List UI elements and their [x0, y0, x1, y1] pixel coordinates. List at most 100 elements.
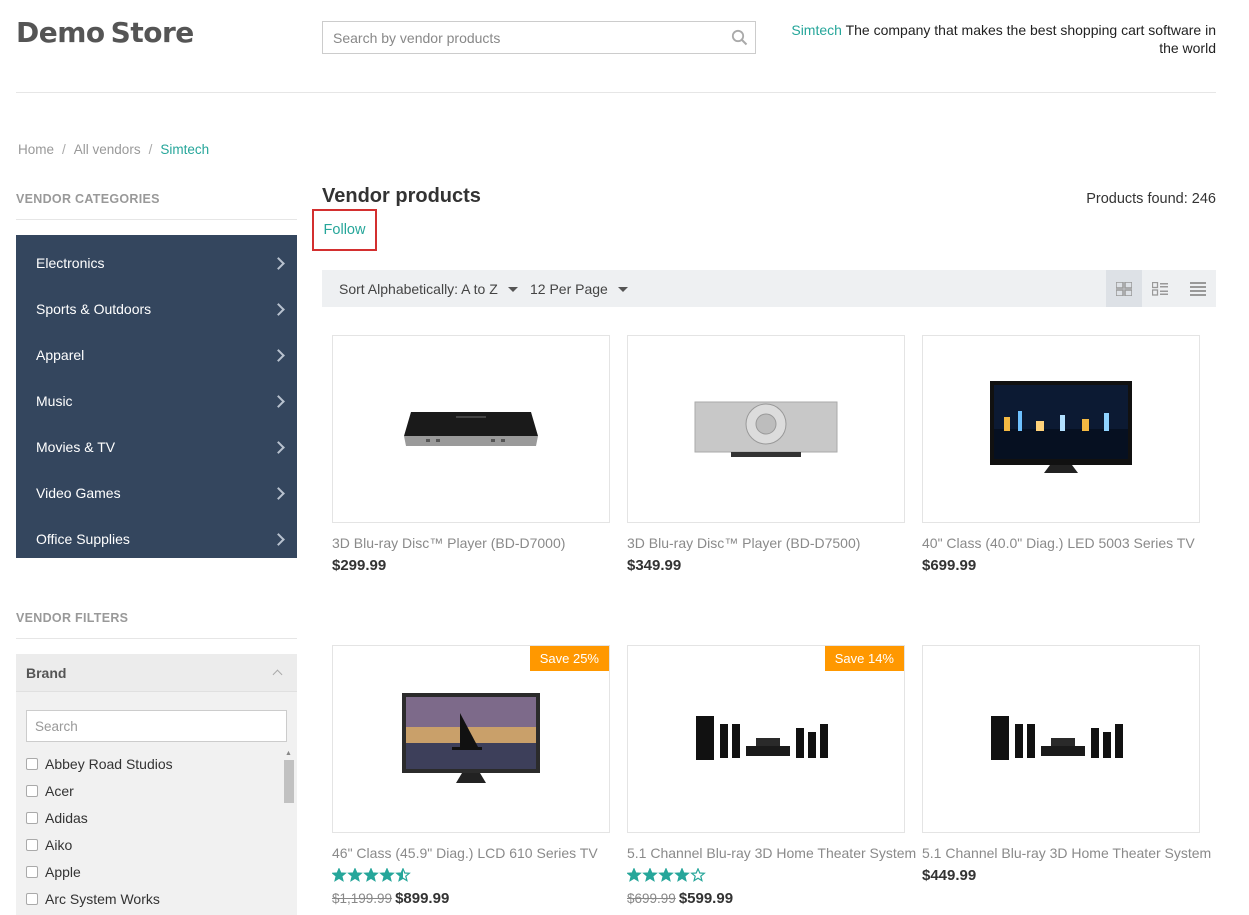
vendor-search-box	[322, 21, 756, 54]
brand-option[interactable]: Adidas	[26, 804, 288, 831]
per-page-label: 12 Per Page	[530, 281, 608, 297]
breadcrumb-current: Simtech	[160, 142, 210, 157]
breadcrumb-home[interactable]: Home	[18, 142, 54, 157]
brand-label: Arc System Works	[45, 890, 160, 907]
category-item-sports-outdoors[interactable]: Sports & Outdoors	[16, 286, 297, 332]
chevron-right-icon	[272, 440, 285, 454]
checkbox[interactable]	[26, 757, 38, 770]
scroll-up-arrow-icon[interactable]: ▲	[285, 750, 292, 757]
category-label: Sports & Outdoors	[36, 301, 152, 317]
grid-view-icon[interactable]	[1106, 270, 1142, 307]
star-icon	[626, 867, 642, 882]
category-label: Video Games	[36, 485, 121, 501]
brand-option[interactable]: Arc System Works	[26, 885, 288, 912]
category-item-movies-tv[interactable]: Movies & TV	[16, 424, 297, 470]
vendor-search-input[interactable]	[323, 22, 723, 53]
vendor-categories-title: VENDOR CATEGORIES	[16, 192, 160, 206]
product-price: $699.99	[922, 557, 977, 574]
list-view-icon[interactable]	[1142, 270, 1178, 307]
brand-search-input[interactable]	[27, 711, 286, 741]
chevron-right-icon	[272, 486, 285, 500]
chevron-up-icon	[272, 669, 283, 680]
product-image-tv[interactable]	[922, 335, 1200, 523]
tv-icon	[402, 693, 540, 783]
brand-filter-header[interactable]: Brand	[16, 654, 297, 692]
product-card[interactable]: Save 25% 46" Class (45.9" Diag.) LCD 610…	[331, 645, 610, 907]
brand-option[interactable]: Aiko	[26, 831, 288, 858]
brand-search-box	[26, 710, 287, 742]
brand-option[interactable]: Apple	[26, 858, 288, 885]
product-name[interactable]: 3D Blu-ray Disc™ Player (BD-D7000)	[332, 535, 610, 551]
product-price: $899.99	[395, 890, 450, 907]
category-item-music[interactable]: Music	[16, 378, 297, 424]
vendor-description: The company that makes the best shopping…	[845, 22, 1216, 56]
products-found-count: Products found: 246	[1086, 191, 1216, 207]
star-icon	[347, 867, 363, 882]
logo-word-store: Store	[110, 16, 195, 49]
breadcrumb: Home / All vendors / Simtech	[18, 142, 209, 157]
star-icon	[331, 867, 347, 882]
product-image-home-theater[interactable]: Save 14%	[627, 645, 905, 833]
category-item-apparel[interactable]: Apparel	[16, 332, 297, 378]
product-card[interactable]: 3D Blu-ray Disc™ Player (BD-D7500) $349.…	[627, 335, 905, 574]
product-price-row: $299.99	[332, 557, 610, 574]
star-icon	[363, 867, 379, 882]
product-old-price: $699.99	[627, 891, 676, 906]
product-image-tv[interactable]: Save 25%	[332, 645, 610, 833]
search-icon[interactable]	[731, 29, 748, 46]
product-card[interactable]: 5.1 Channel Blu-ray 3D Home Theater Syst…	[922, 645, 1211, 884]
vendor-filters-title: VENDOR FILTERS	[16, 611, 129, 625]
category-item-video-games[interactable]: Video Games	[16, 470, 297, 516]
category-label: Office Supplies	[36, 531, 130, 547]
checkbox[interactable]	[26, 784, 38, 797]
blu-ray-player-icon	[694, 401, 838, 457]
per-page-dropdown[interactable]: 12 Per Page	[530, 281, 628, 297]
product-image-blu-ray-player[interactable]	[627, 335, 905, 523]
brand-label: Apple	[45, 863, 81, 880]
sort-label: Sort Alphabetically: A to Z	[339, 281, 498, 297]
star-icon	[395, 867, 411, 882]
product-card[interactable]: 40" Class (40.0" Diag.) LED 5003 Series …	[922, 335, 1200, 574]
product-name[interactable]: 3D Blu-ray Disc™ Player (BD-D7500)	[627, 535, 905, 551]
product-name[interactable]: 46" Class (45.9" Diag.) LCD 610 Series T…	[332, 845, 610, 861]
sort-dropdown[interactable]: Sort Alphabetically: A to Z	[339, 281, 518, 297]
category-label: Electronics	[36, 255, 105, 271]
category-item-electronics[interactable]: Electronics	[16, 240, 297, 286]
home-theater-icon	[991, 716, 1123, 760]
product-image-blu-ray-player[interactable]	[332, 335, 610, 523]
product-name[interactable]: 5.1 Channel Blu-ray 3D Home Theater Syst…	[922, 845, 1211, 861]
product-price-row: $699.99	[922, 557, 1200, 574]
scrollbar-thumb[interactable]	[284, 760, 294, 803]
star-icon	[658, 867, 674, 882]
checkbox[interactable]	[26, 892, 38, 905]
product-price: $599.99	[678, 890, 734, 907]
follow-button[interactable]: Follow	[312, 209, 377, 251]
chevron-right-icon	[272, 302, 285, 316]
product-name[interactable]: 5.1 Channel Blu-ray 3D Home Theater Syst…	[627, 845, 916, 861]
product-image-home-theater[interactable]	[922, 645, 1200, 833]
breadcrumb-all-vendors[interactable]: All vendors	[74, 142, 141, 157]
vendor-name-link[interactable]: Simtech	[791, 22, 842, 38]
brand-list-scrollbar[interactable]: ▲	[284, 750, 294, 915]
brand-label: Adidas	[45, 809, 88, 826]
product-card[interactable]: Save 14% 5.1 Channel Blu-ray 3D Home The…	[626, 645, 916, 907]
logo-word-demo: Demo	[16, 16, 105, 49]
brand-filter-title: Brand	[26, 664, 67, 681]
compact-list-view-icon[interactable]	[1180, 270, 1216, 307]
product-name[interactable]: 40" Class (40.0" Diag.) LED 5003 Series …	[922, 535, 1200, 551]
category-item-office-supplies[interactable]: Office Supplies	[16, 516, 297, 562]
checkbox[interactable]	[26, 838, 38, 851]
checkbox[interactable]	[26, 865, 38, 878]
brand-option[interactable]: Abbey Road Studios	[26, 750, 288, 777]
star-icon	[674, 867, 690, 882]
brand-option[interactable]: Acer	[26, 777, 288, 804]
product-price: $299.99	[332, 557, 387, 574]
chevron-right-icon	[272, 532, 285, 546]
product-card[interactable]: 3D Blu-ray Disc™ Player (BD-D7000) $299.…	[332, 335, 610, 574]
checkbox[interactable]	[26, 811, 38, 824]
product-old-price: $1,199.99	[332, 891, 393, 906]
store-logo[interactable]: Demo Store	[16, 16, 200, 49]
section-divider	[16, 638, 297, 639]
breadcrumb-separator: /	[62, 142, 66, 157]
category-label: Movies & TV	[36, 439, 116, 455]
